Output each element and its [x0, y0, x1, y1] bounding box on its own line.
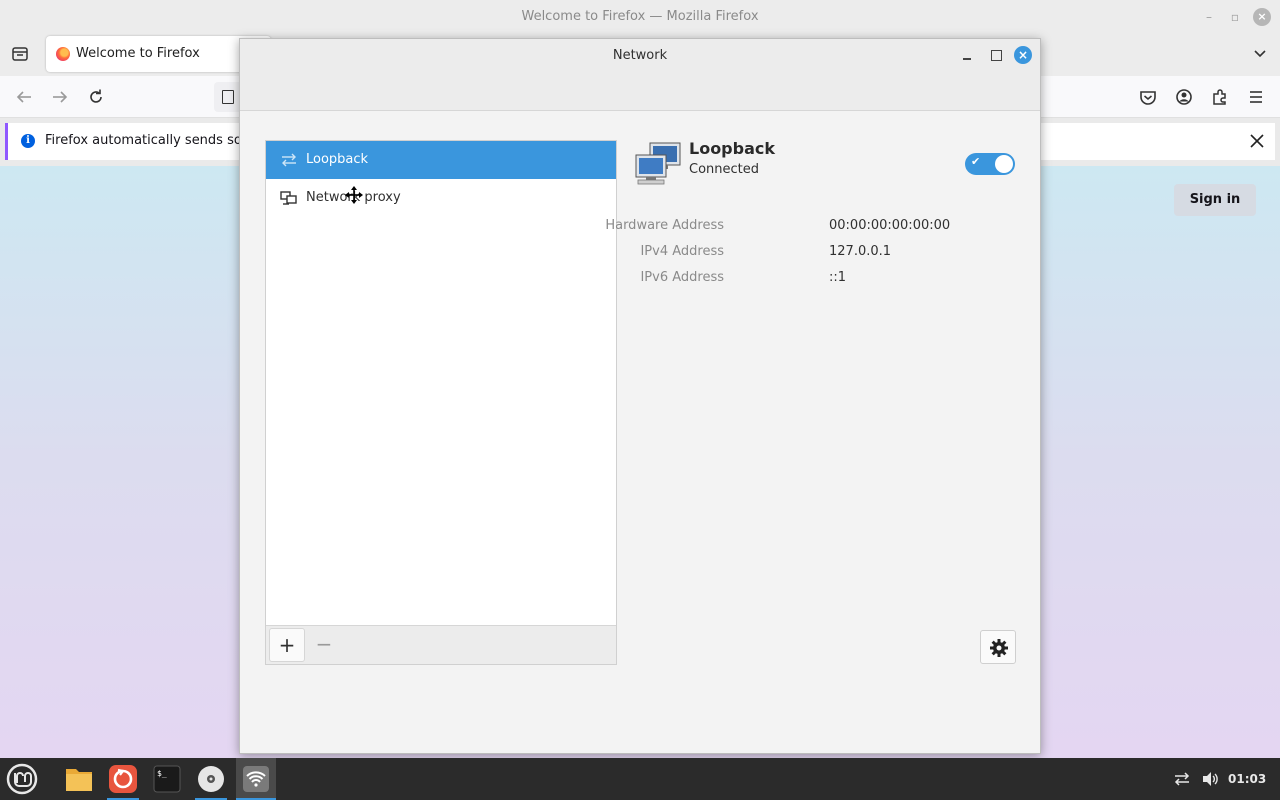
info-icon: i: [21, 134, 35, 148]
connection-list-toolbar: + −: [266, 625, 616, 664]
move-cursor-icon: [345, 186, 363, 204]
list-item-label: Loopback: [306, 152, 369, 167]
tab-title: Welcome to Firefox: [76, 46, 200, 61]
detail-row-hardware-address: Hardware Address 00:00:00:00:00:00: [605, 218, 950, 236]
svg-text:$_: $_: [157, 769, 167, 778]
device-status: Connected: [689, 162, 760, 177]
detail-row-ipv6-address: IPv6 Address ::1: [640, 270, 940, 288]
detail-value: 00:00:00:00:00:00: [829, 218, 951, 233]
toggle-knob: [995, 155, 1013, 173]
hamburger-menu-icon[interactable]: [1245, 86, 1267, 108]
disks-icon[interactable]: [191, 758, 231, 800]
menu-icon[interactable]: [2, 758, 42, 800]
loopback-arrows-icon: [280, 152, 298, 168]
network-proxy-icon: [280, 190, 298, 206]
connection-list: Loopback Network proxy + −: [265, 140, 617, 665]
list-item-network-proxy[interactable]: Network proxy: [266, 179, 616, 217]
files-icon[interactable]: [59, 758, 99, 800]
network-dialog-title: Network: [612, 48, 668, 63]
firefox-logo-icon: [56, 47, 70, 61]
detail-value: ::1: [829, 270, 847, 285]
extensions-icon[interactable]: [1209, 86, 1231, 108]
network-wired-computers-icon: [634, 141, 684, 185]
maximize-button[interactable]: [989, 47, 1003, 63]
detail-key: Hardware Address: [605, 218, 724, 233]
connection-settings-button[interactable]: [980, 630, 1016, 664]
detail-value: 127.0.0.1: [829, 244, 892, 259]
forward-arrow-icon[interactable]: [49, 86, 71, 108]
pocket-icon[interactable]: [1137, 86, 1159, 108]
list-item-loopback[interactable]: Loopback: [266, 141, 616, 179]
firefox-maximize-button[interactable]: ▫: [1226, 8, 1244, 26]
software-manager-icon[interactable]: [103, 758, 143, 800]
firefox-window-title: Welcome to Firefox — Mozilla Firefox: [521, 9, 759, 24]
detail-row-ipv4-address: IPv4 Address 127.0.0.1: [640, 244, 940, 262]
firefox-view-icon[interactable]: [10, 44, 30, 64]
network-dialog: Network × Loopback Network proxy + − Loo…: [239, 38, 1041, 754]
network-icon[interactable]: [236, 758, 276, 800]
firefox-minimize-button[interactable]: –: [1200, 8, 1218, 26]
firefox-close-button[interactable]: ×: [1253, 8, 1271, 26]
close-button[interactable]: ×: [1014, 46, 1032, 64]
detail-key: IPv4 Address: [640, 244, 724, 259]
terminal-icon[interactable]: $_: [147, 758, 187, 800]
check-icon: ✔: [971, 155, 981, 168]
add-connection-button[interactable]: +: [269, 628, 305, 662]
taskbar: $_ 01:03: [0, 758, 1280, 800]
volume-icon[interactable]: [1201, 771, 1219, 787]
sign-in-button[interactable]: Sign in: [1174, 184, 1256, 216]
back-arrow-icon[interactable]: [13, 86, 35, 108]
notice-text: Firefox automatically sends some: [45, 133, 263, 148]
gear-icon: [990, 639, 1008, 657]
device-enable-toggle[interactable]: ✔: [965, 153, 1015, 175]
detail-key: IPv6 Address: [640, 270, 724, 285]
reload-icon[interactable]: [85, 86, 107, 108]
firefox-titlebar: Welcome to Firefox — Mozilla Firefox – ▫…: [0, 0, 1280, 34]
network-dialog-header: Network ×: [240, 39, 1040, 111]
clock[interactable]: 01:03: [1228, 772, 1266, 786]
page-icon: [222, 90, 234, 104]
notice-close-icon[interactable]: [1248, 132, 1266, 150]
list-all-tabs-chevron-icon[interactable]: [1250, 44, 1270, 64]
device-name: Loopback: [689, 139, 776, 158]
minimize-button[interactable]: [961, 47, 975, 63]
network-status-icon[interactable]: [1173, 771, 1191, 787]
firefox-tab-welcome[interactable]: Welcome to Firefox: [46, 36, 271, 72]
remove-connection-button[interactable]: −: [306, 628, 342, 662]
account-icon[interactable]: [1173, 86, 1195, 108]
